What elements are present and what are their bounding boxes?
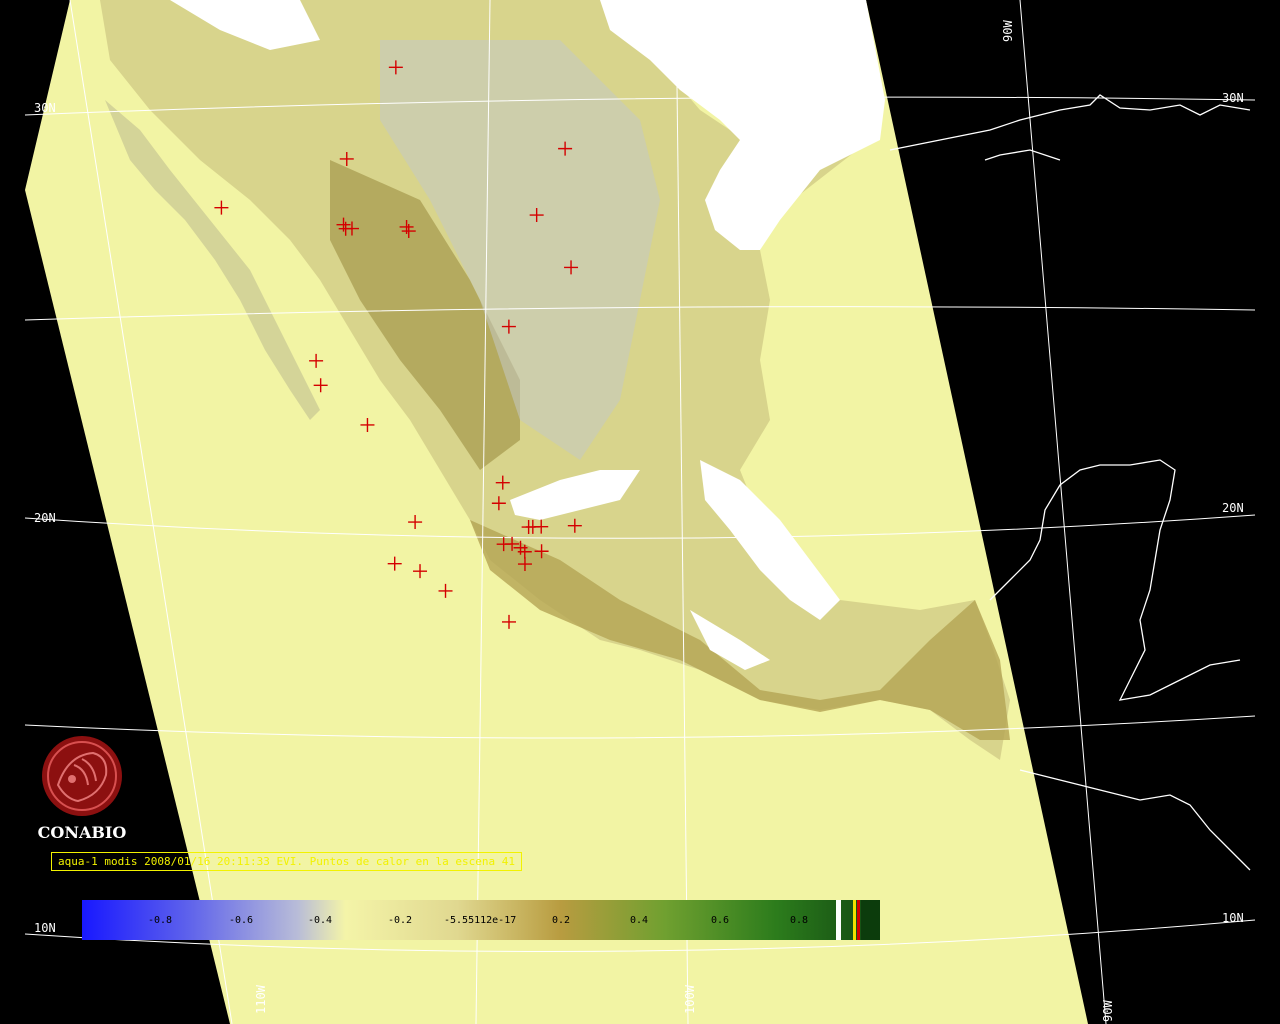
- lon-label-90w-top: 90W: [1001, 20, 1015, 42]
- legend-tick: -5.55112e-17: [444, 915, 516, 926]
- legend-tick: -0.4: [308, 915, 332, 926]
- conabio-emblem-icon: [42, 736, 122, 816]
- legend-tick: 0.6: [711, 915, 729, 926]
- lon-label-90w-bottom: 90W: [1101, 1000, 1115, 1022]
- legend-tick: -0.8: [148, 915, 172, 926]
- scene-caption-text: aqua-1 modis 2008/01/16 20:11:33 EVI. Pu…: [58, 855, 515, 868]
- legend-tick: -0.6: [229, 915, 253, 926]
- lon-label-110w: 110W: [254, 984, 268, 1014]
- lat-label-30n-left: 30N: [34, 101, 56, 115]
- lat-label-20n-left: 20N: [34, 511, 56, 525]
- legend-tick: 0.4: [630, 915, 648, 926]
- lat-label-30n-right: 30N: [1222, 91, 1244, 105]
- legend-tick: 0.2: [552, 915, 570, 926]
- legend-tick: 0.8: [790, 915, 808, 926]
- legend-marker-white: [836, 900, 841, 940]
- legend-colorbar: -0.8 -0.6 -0.4 -0.2 -5.55112e-17 0.2 0.4…: [82, 900, 880, 940]
- lat-label-10n-left: 10N: [34, 921, 56, 935]
- legend-tick: -0.2: [388, 915, 412, 926]
- legend-marker-dark: [861, 900, 880, 940]
- conabio-logo-text: CONABIO: [37, 823, 127, 842]
- conabio-logo: CONABIO: [36, 735, 128, 842]
- lon-label-100w: 100W: [683, 984, 697, 1014]
- lat-label-20n-right: 20N: [1222, 501, 1244, 515]
- legend-marker-yellow: [853, 900, 856, 940]
- legend-marker-red: [857, 900, 860, 940]
- lat-label-10n-right: 10N: [1222, 911, 1244, 925]
- scene-caption: aqua-1 modis 2008/01/16 20:11:33 EVI. Pu…: [51, 852, 522, 871]
